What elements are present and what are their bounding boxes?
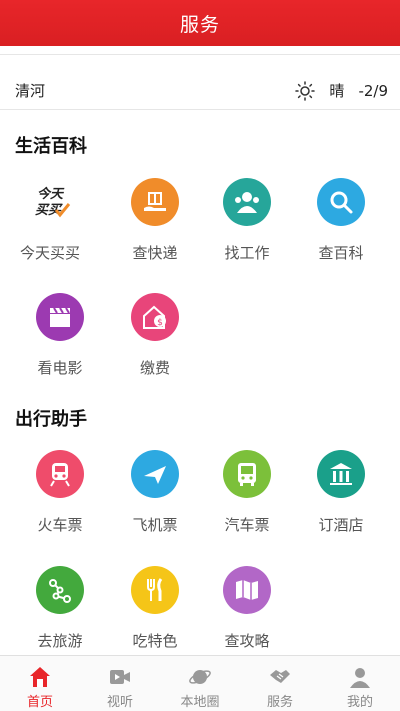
service-label: 吃特色 xyxy=(132,632,178,650)
jintian-maimai-logo: 今天 买买 xyxy=(26,178,74,226)
weather-temperature: -2/9 xyxy=(358,81,388,100)
service-jintian-maimai[interactable]: 今天 买买 今天买买 xyxy=(0,178,100,278)
package-icon xyxy=(131,178,179,226)
fork-knife-icon xyxy=(131,566,179,614)
service-jobs[interactable]: 找工作 xyxy=(197,178,297,278)
service-label: 火车票 xyxy=(37,516,83,534)
handshake-icon xyxy=(270,670,290,683)
service-bus[interactable]: 汽车票 xyxy=(197,450,297,550)
service-label: 看电影 xyxy=(37,359,83,377)
tab-label: 视听 xyxy=(106,695,133,710)
clapperboard-icon xyxy=(36,293,84,341)
house-coin-icon: $ xyxy=(131,293,179,341)
hotel-icon xyxy=(317,450,365,498)
service-label: 查百科 xyxy=(318,244,364,262)
service-label: 去旅游 xyxy=(37,632,83,650)
map-icon xyxy=(223,566,271,614)
tab-label: 服务 xyxy=(266,695,293,710)
sun-icon xyxy=(295,80,316,101)
service-guide[interactable]: 查攻略 xyxy=(197,566,297,666)
service-label: 飞机票 xyxy=(132,516,178,534)
train-icon xyxy=(36,450,84,498)
service-label: 今天买买 xyxy=(19,244,80,262)
svg-text:今天: 今天 xyxy=(37,186,65,202)
tab-video[interactable]: 视听 xyxy=(80,656,160,711)
service-label: 汽车票 xyxy=(224,516,270,534)
planet-icon xyxy=(189,670,211,684)
svg-text:$: $ xyxy=(157,318,163,328)
service-movies[interactable]: 看电影 xyxy=(10,293,110,393)
service-bills[interactable]: $ 缴费 xyxy=(105,293,205,393)
app-header: 服务 xyxy=(0,0,400,46)
tab-local[interactable]: 本地圈 xyxy=(160,656,240,711)
user-icon xyxy=(350,668,370,688)
route-icon xyxy=(36,566,84,614)
service-express[interactable]: 查快递 xyxy=(105,178,205,278)
section-title-life: 生活百科 xyxy=(15,136,87,157)
tab-label: 首页 xyxy=(26,695,53,710)
service-travel[interactable]: 去旅游 xyxy=(10,566,110,666)
search-icon xyxy=(317,178,365,226)
bottom-tab-bar: 首页 视听 本地圈 服务 我的 xyxy=(0,655,400,711)
home-icon xyxy=(30,667,50,687)
section-title-travel: 出行助手 xyxy=(15,409,87,430)
weather-info: 晴 -2/9 xyxy=(295,80,388,101)
people-icon xyxy=(223,178,271,226)
tab-mine[interactable]: 我的 xyxy=(320,656,400,711)
weather-bar[interactable]: 清河 晴 -2/9 xyxy=(0,54,400,110)
tab-label: 我的 xyxy=(346,695,373,710)
service-label: 缴费 xyxy=(139,359,170,377)
bus-icon xyxy=(223,450,271,498)
weather-condition: 晴 xyxy=(329,82,345,100)
tab-label: 本地圈 xyxy=(180,695,220,710)
service-label: 查快递 xyxy=(132,244,178,262)
tab-service[interactable]: 服务 xyxy=(240,656,320,711)
page-title: 服务 xyxy=(179,13,220,36)
weather-city: 清河 xyxy=(15,82,46,100)
service-wiki[interactable]: 查百科 xyxy=(291,178,391,278)
service-hotel[interactable]: 订酒店 xyxy=(291,450,391,550)
service-flight[interactable]: 飞机票 xyxy=(105,450,205,550)
tab-home[interactable]: 首页 xyxy=(0,656,80,711)
airplane-icon xyxy=(131,450,179,498)
service-train[interactable]: 火车票 xyxy=(10,450,110,550)
service-food[interactable]: 吃特色 xyxy=(105,566,205,666)
video-icon xyxy=(110,670,130,684)
service-label: 订酒店 xyxy=(318,516,364,534)
service-label: 查攻略 xyxy=(224,632,270,650)
service-label: 找工作 xyxy=(224,244,270,262)
